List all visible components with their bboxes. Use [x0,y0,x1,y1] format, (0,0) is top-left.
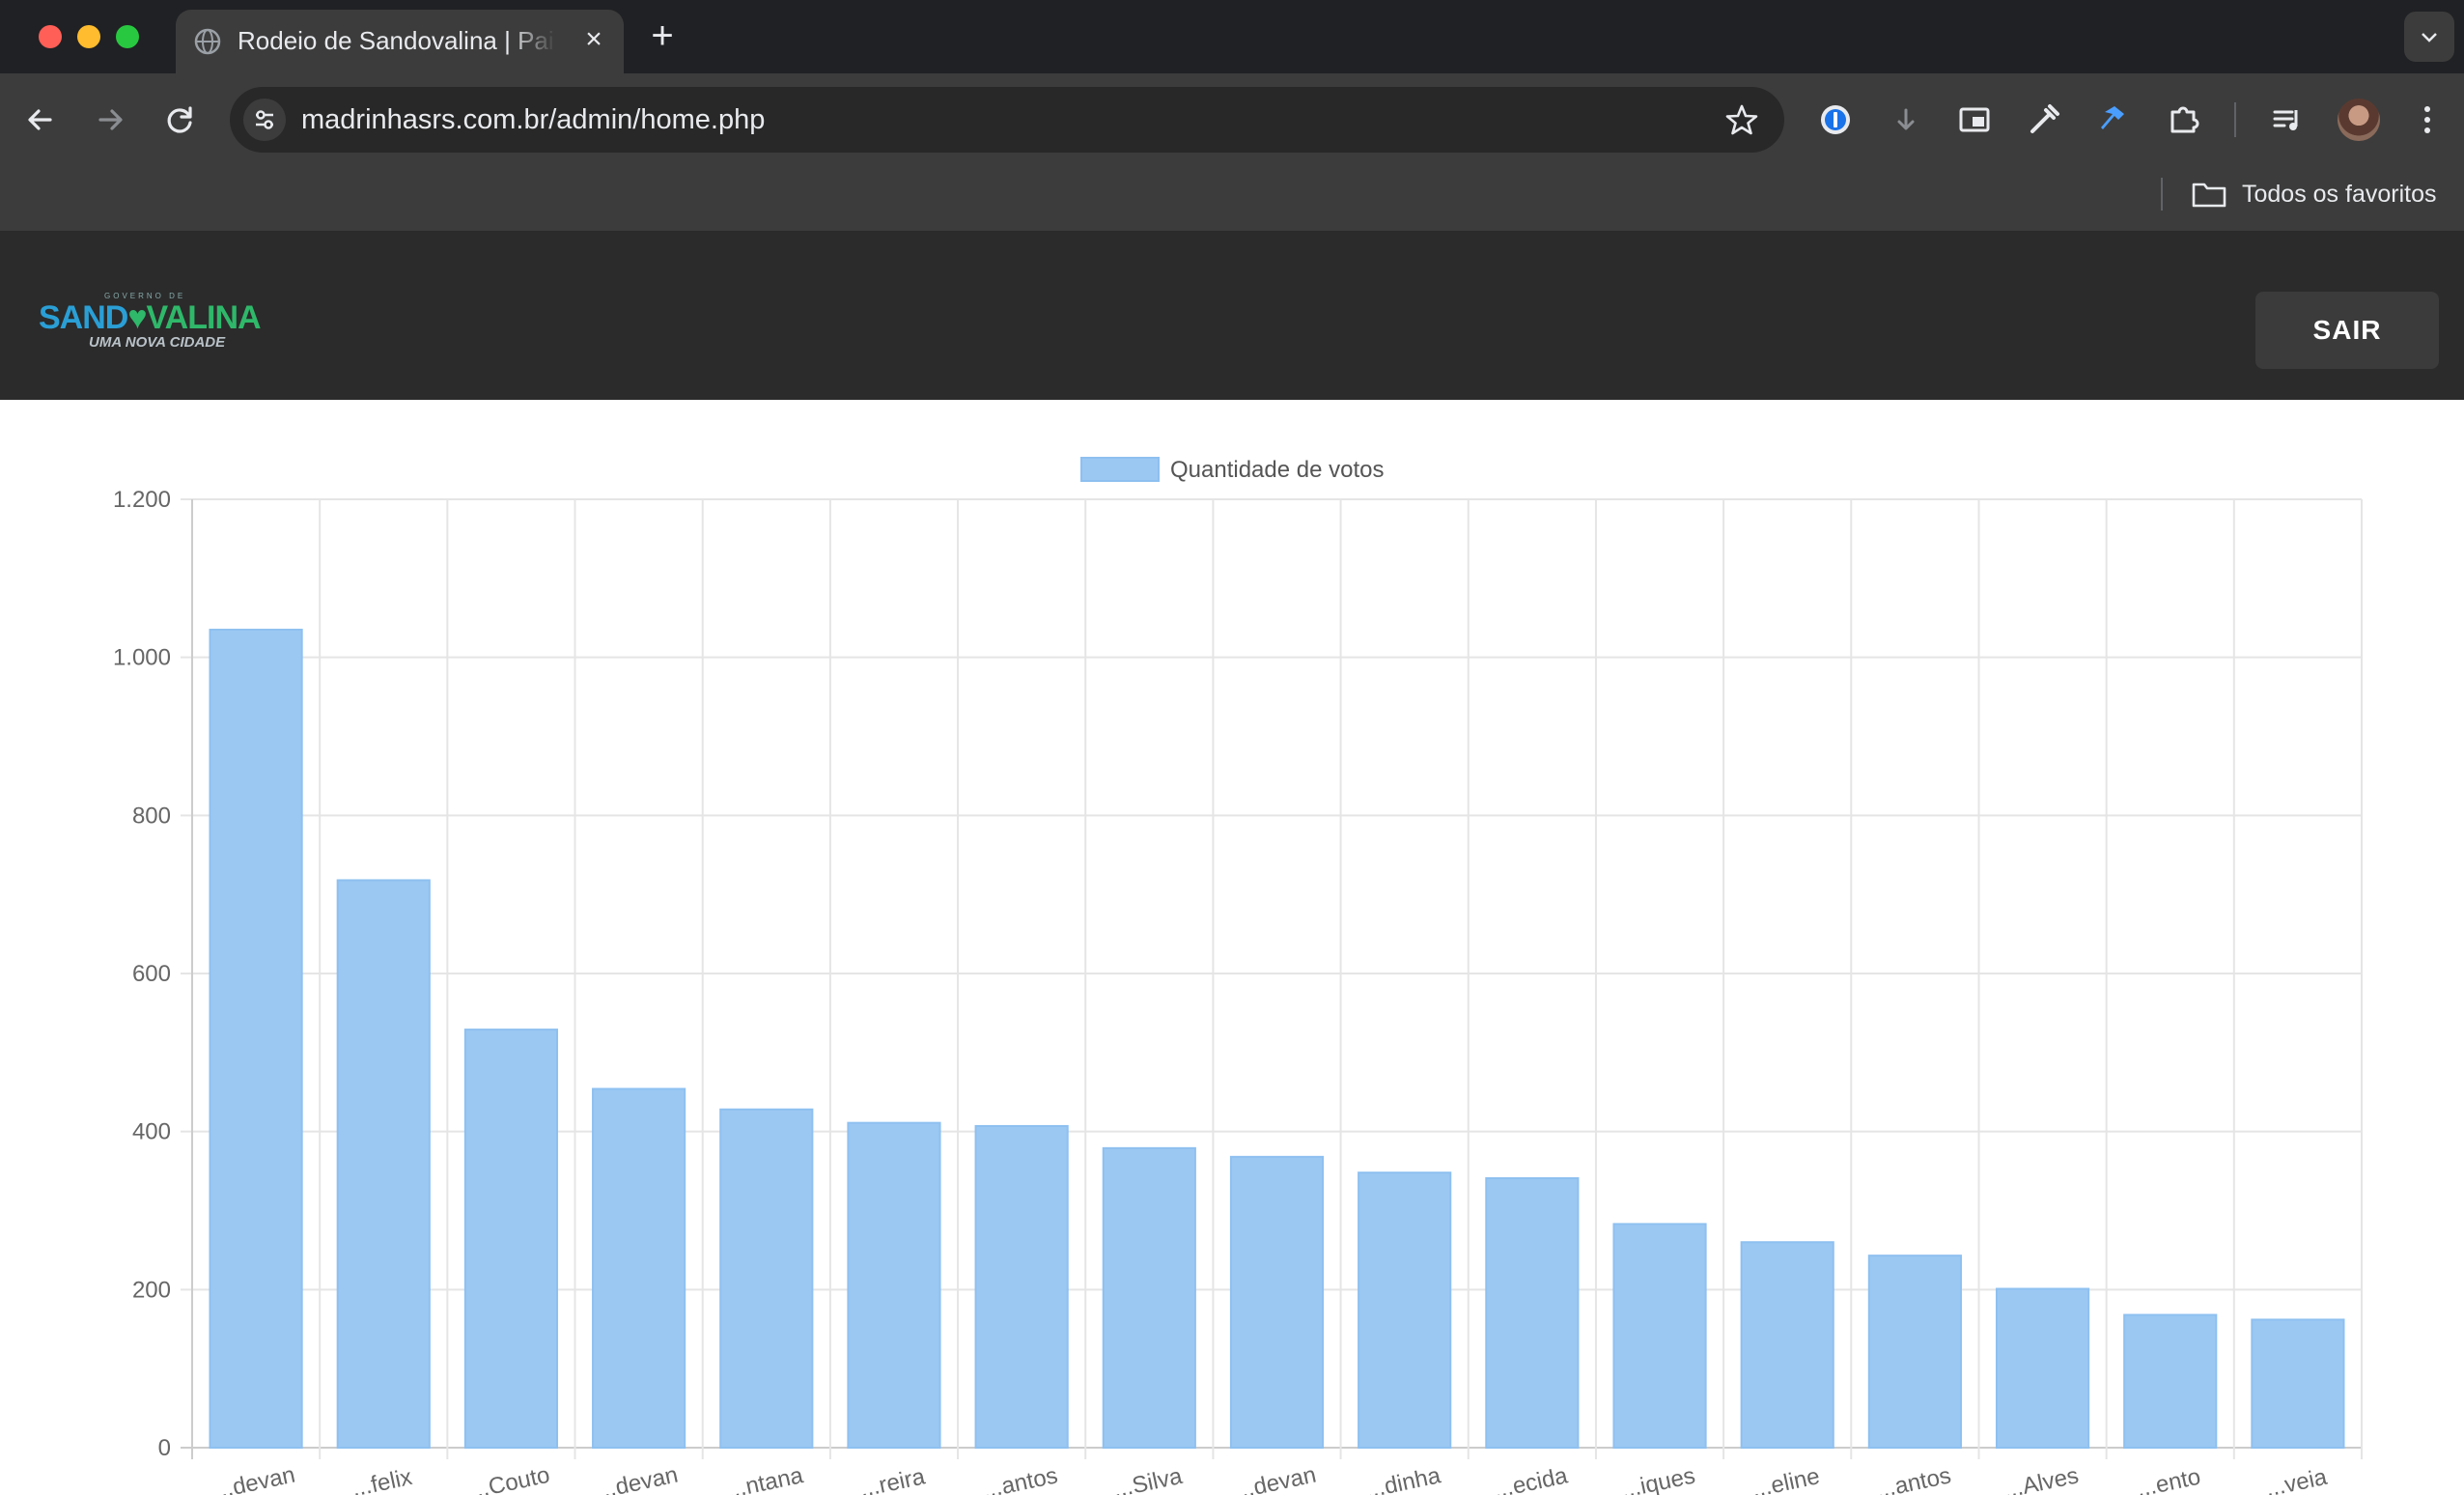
x-tick-label: ...ecida [1492,1462,1571,1495]
address-bar[interactable]: madrinhasrs.com.br/admin/home.php [230,87,1784,153]
logout-button[interactable]: SAIR [2255,292,2439,369]
bar-10 [1358,1171,1452,1449]
y-tick-label: 1.000 [113,645,171,671]
x-tick-label: ...Alves [2002,1462,2082,1495]
legend-label: Quantidade de votos [1170,457,1385,483]
download-icon[interactable] [1883,97,1929,143]
bar-2 [336,879,431,1450]
x-tick-label: ...dinha [1363,1462,1443,1495]
bar-5 [719,1108,814,1450]
picture-in-picture-icon[interactable] [1951,97,1998,143]
tab-close-button[interactable]: × [577,23,610,56]
sandovalina-logo[interactable]: GOVERNO DE SAND♥VALINA UMA NOVA CIDADE [39,292,263,351]
window-maximize-button[interactable] [116,25,139,48]
logo-main-part-b: VALINA [146,299,262,336]
globe-icon [194,28,221,55]
bar-17 [2251,1318,2345,1449]
bookmarks-bar: Todos os favoritos [0,166,2464,232]
window-close-button[interactable] [39,25,62,48]
x-tick-label: ...felix [350,1464,414,1495]
bookmarks-separator [2161,178,2163,211]
x-tick-label: ...Silva [1111,1463,1186,1495]
y-tick-label: 800 [132,803,171,829]
bar-3 [463,1029,559,1450]
logo-main-part-a: SAND [39,299,128,336]
y-tick-label: 0 [158,1435,171,1461]
eyedropper-icon[interactable] [2021,97,2067,143]
bar-12 [1612,1223,1707,1450]
x-tick-label: ...Couto [467,1462,552,1495]
x-tick-label: ...iques [1619,1462,1697,1495]
window-minimize-button[interactable] [77,25,100,48]
site-header: GOVERNO DE SAND♥VALINA UMA NOVA CIDADE S… [0,232,2464,400]
hammer-extension-icon[interactable] [2091,97,2138,143]
tab-search-button[interactable] [2404,12,2454,62]
toolbar-separator [2234,102,2236,137]
bar-1 [209,629,303,1449]
votes-bar-chart: Quantidade de votos 0 200 400 600 800 1.000 1.2… [113,457,2363,1495]
y-tick-label: 600 [132,961,171,987]
logo-heart-icon: ♥ [127,299,147,336]
bar-16 [2123,1313,2218,1450]
bar-11 [1485,1176,1580,1449]
browser-toolbar: madrinhasrs.com.br/admin/home.php [0,73,2464,166]
x-tick-label: ...ento [2135,1464,2203,1495]
media-controls-icon[interactable] [2265,97,2311,143]
y-tick-label: 400 [132,1119,171,1145]
all-bookmarks-button[interactable]: Todos os favoritos [2192,172,2437,216]
extensions-puzzle-icon[interactable] [2161,97,2207,143]
bookmark-star-icon[interactable] [1724,102,1759,137]
x-tick-label: ...ntana [724,1462,806,1495]
forward-arrow-icon[interactable] [87,97,133,143]
bar-4 [592,1087,686,1450]
y-tick-label: 1.200 [113,487,171,513]
x-tick-label: ...antos [1874,1462,1954,1495]
x-tick-label: ...devan [211,1462,297,1495]
reload-icon[interactable] [156,97,203,143]
bar-9 [1229,1155,1325,1449]
more-menu-icon[interactable] [2404,97,2450,143]
bar-6 [847,1121,941,1449]
password-manager-icon[interactable] [1812,97,1859,143]
x-tick-label: ...antos [980,1462,1060,1495]
tab-title: Rodeio de Sandovalina | Painel [238,26,556,55]
bar-15 [1995,1287,2090,1450]
chevron-down-icon [2422,33,2437,42]
x-tick-label: ...eline [1750,1463,1822,1495]
browser-tab-active[interactable]: Rodeio de Sandovalina | Painel × [176,10,624,73]
logo-slogan: UMA NOVA CIDADE [89,334,226,351]
x-tick-label: ...reira [857,1463,928,1495]
all-bookmarks-label: Todos os favoritos [2242,181,2437,208]
bar-13 [1740,1241,1834,1449]
back-arrow-icon[interactable] [17,97,64,143]
legend-swatch [1080,457,1160,482]
browser-tab-strip: Rodeio de Sandovalina | Painel × + [0,0,2464,73]
x-tick-label: ...devan [1232,1462,1318,1495]
bar-8 [1102,1146,1196,1450]
logo-main-text: SAND♥VALINA [39,299,262,337]
y-tick-label: 200 [132,1277,171,1303]
bar-14 [1867,1255,1962,1450]
x-tick-label: ...devan [594,1462,680,1495]
new-tab-button[interactable]: + [643,16,682,56]
x-tick-label: ...veia [2263,1464,2330,1495]
folder-icon [2192,183,2226,208]
address-bar-url: madrinhasrs.com.br/admin/home.php [301,104,766,135]
profile-avatar[interactable] [2338,99,2380,141]
bar-7 [974,1124,1069,1450]
site-info-icon[interactable] [243,99,286,141]
